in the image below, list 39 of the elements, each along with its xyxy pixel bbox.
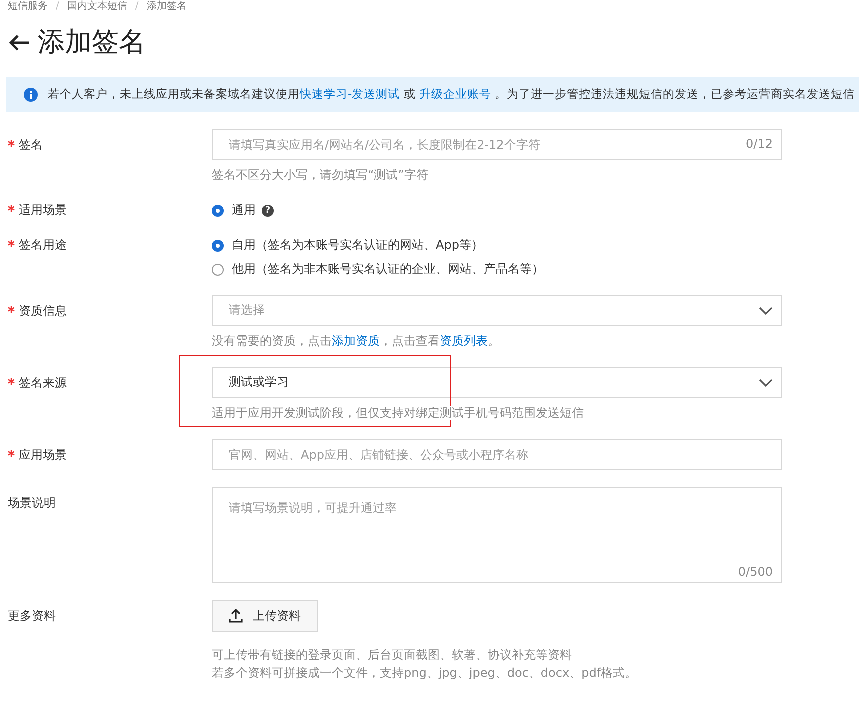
field-label: 适用场景	[19, 202, 67, 219]
field-label: 签名用途	[19, 237, 67, 254]
char-counter: 0/12	[746, 137, 773, 151]
field-label: 签名来源	[19, 375, 67, 392]
hint-text: 适用于应用开发测试阶段，但仅支持对绑定测试手机号码范围发送短信	[212, 406, 584, 420]
radio-label[interactable]: 通用	[232, 202, 256, 219]
radio-label[interactable]: 他用（签名为非本账号实名认证的企业、网站、产品名等）	[232, 261, 544, 278]
info-icon	[24, 88, 38, 102]
upload-button[interactable]: 上传资料	[212, 600, 318, 632]
chevron-down-icon	[759, 378, 773, 386]
breadcrumb-separator: /	[56, 1, 60, 13]
char-counter: 0/500	[738, 565, 773, 579]
breadcrumb-separator: /	[135, 1, 139, 13]
radio-label[interactable]: 自用（签名为本账号实名认证的网站、App等）	[232, 237, 484, 254]
upload-icon	[229, 609, 243, 623]
field-label: 签名	[19, 137, 43, 154]
text-field[interactable]: 官网、网站、App应用、店铺链接、公众号或小程序名称	[212, 439, 782, 470]
chevron-down-icon	[759, 306, 773, 314]
field-label: 场景说明	[8, 495, 56, 512]
radio-button[interactable]	[212, 204, 224, 216]
hint-text: 签名不区分大小写，请勿填写“测试”字符	[212, 168, 428, 182]
breadcrumb-link[interactable]: 国内文本短信	[67, 1, 128, 13]
dropdown-field[interactable]: 请选择	[212, 295, 782, 326]
hint-link[interactable]: 添加资质	[332, 334, 380, 348]
breadcrumb-link[interactable]: 短信服务	[8, 1, 48, 13]
help-icon[interactable]: ?	[262, 204, 274, 216]
page-title: 添加签名	[38, 26, 146, 60]
hint-text: 可上传带有链接的登录页面、后台页面截图、软著、协议补充等资料	[212, 648, 572, 662]
hint-link[interactable]: 资质列表	[440, 334, 488, 348]
radio-button[interactable]	[212, 264, 224, 276]
field-label: 更多资料	[8, 608, 56, 625]
field-label: 应用场景	[19, 447, 67, 464]
notice-text: 若个人客户，未上线应用或未备案域名建议使用快速学习-发送测试 或 升级企业账号 。为了进一步管控违法违规短信的发送，已参考运营商实名发送短信	[48, 87, 856, 102]
back-arrow-icon[interactable]	[8, 34, 30, 52]
field-label: 资质信息	[19, 303, 67, 320]
notice-link[interactable]: 升级企业账号	[419, 87, 492, 101]
notice-link[interactable]: 快速学习-发送测试	[300, 87, 400, 101]
radio-button[interactable]	[212, 240, 224, 252]
dropdown-field[interactable]: 测试或学习	[212, 367, 782, 398]
